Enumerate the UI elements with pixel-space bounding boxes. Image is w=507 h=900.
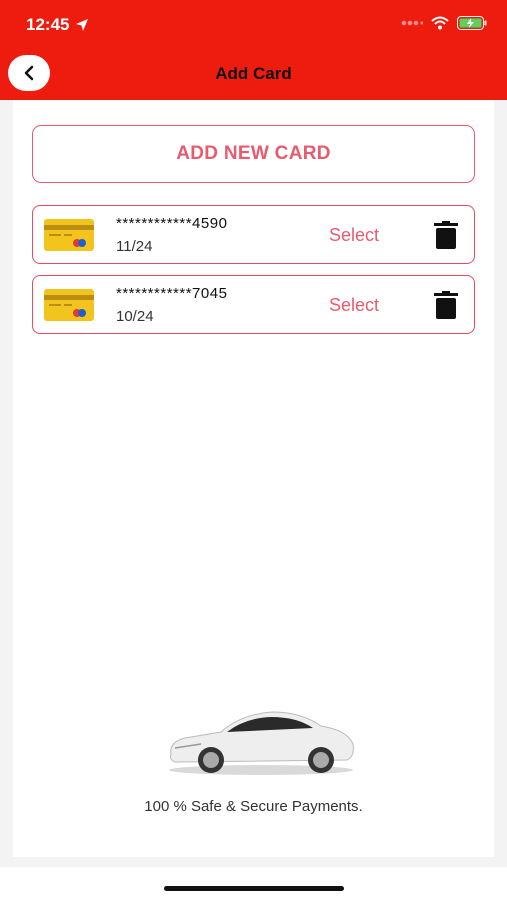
status-icons: [401, 16, 487, 30]
battery-charging-icon: [457, 16, 487, 30]
add-new-card-button[interactable]: ADD NEW CARD: [32, 125, 475, 183]
wifi-icon: [431, 16, 449, 30]
page-title: Add Card: [215, 64, 292, 83]
card-number: ************7045: [116, 285, 228, 302]
app-header: 12:45 Add Card: [0, 0, 507, 100]
card-item: ************7045 10/24 Select: [32, 275, 475, 334]
main-content: ADD NEW CARD ************4590 11/24 Sele…: [13, 100, 494, 857]
trash-icon[interactable]: [433, 221, 459, 249]
home-indicator[interactable]: [164, 886, 344, 891]
status-time: 12:45: [26, 15, 89, 35]
background-strip-bottom: [0, 857, 507, 867]
select-card-button[interactable]: Select: [329, 295, 379, 316]
select-card-button[interactable]: Select: [329, 225, 379, 246]
credit-card-icon: [44, 219, 94, 251]
signal-icon: [401, 20, 423, 26]
car-image: [169, 711, 354, 775]
card-expiry: 10/24: [116, 308, 154, 325]
trash-icon[interactable]: [433, 291, 459, 319]
card-expiry: 11/24: [116, 238, 153, 255]
location-arrow-icon: [76, 19, 89, 31]
card-number: ************4590: [116, 215, 228, 232]
card-item: ************4590 11/24 Select: [32, 205, 475, 264]
background-strip-right: [494, 100, 507, 857]
status-time-text: 12:45: [26, 15, 70, 34]
background-strip-left: [0, 100, 13, 857]
secure-payments-text: 100 % Safe & Secure Payments.: [144, 798, 363, 815]
credit-card-icon: [44, 289, 94, 321]
